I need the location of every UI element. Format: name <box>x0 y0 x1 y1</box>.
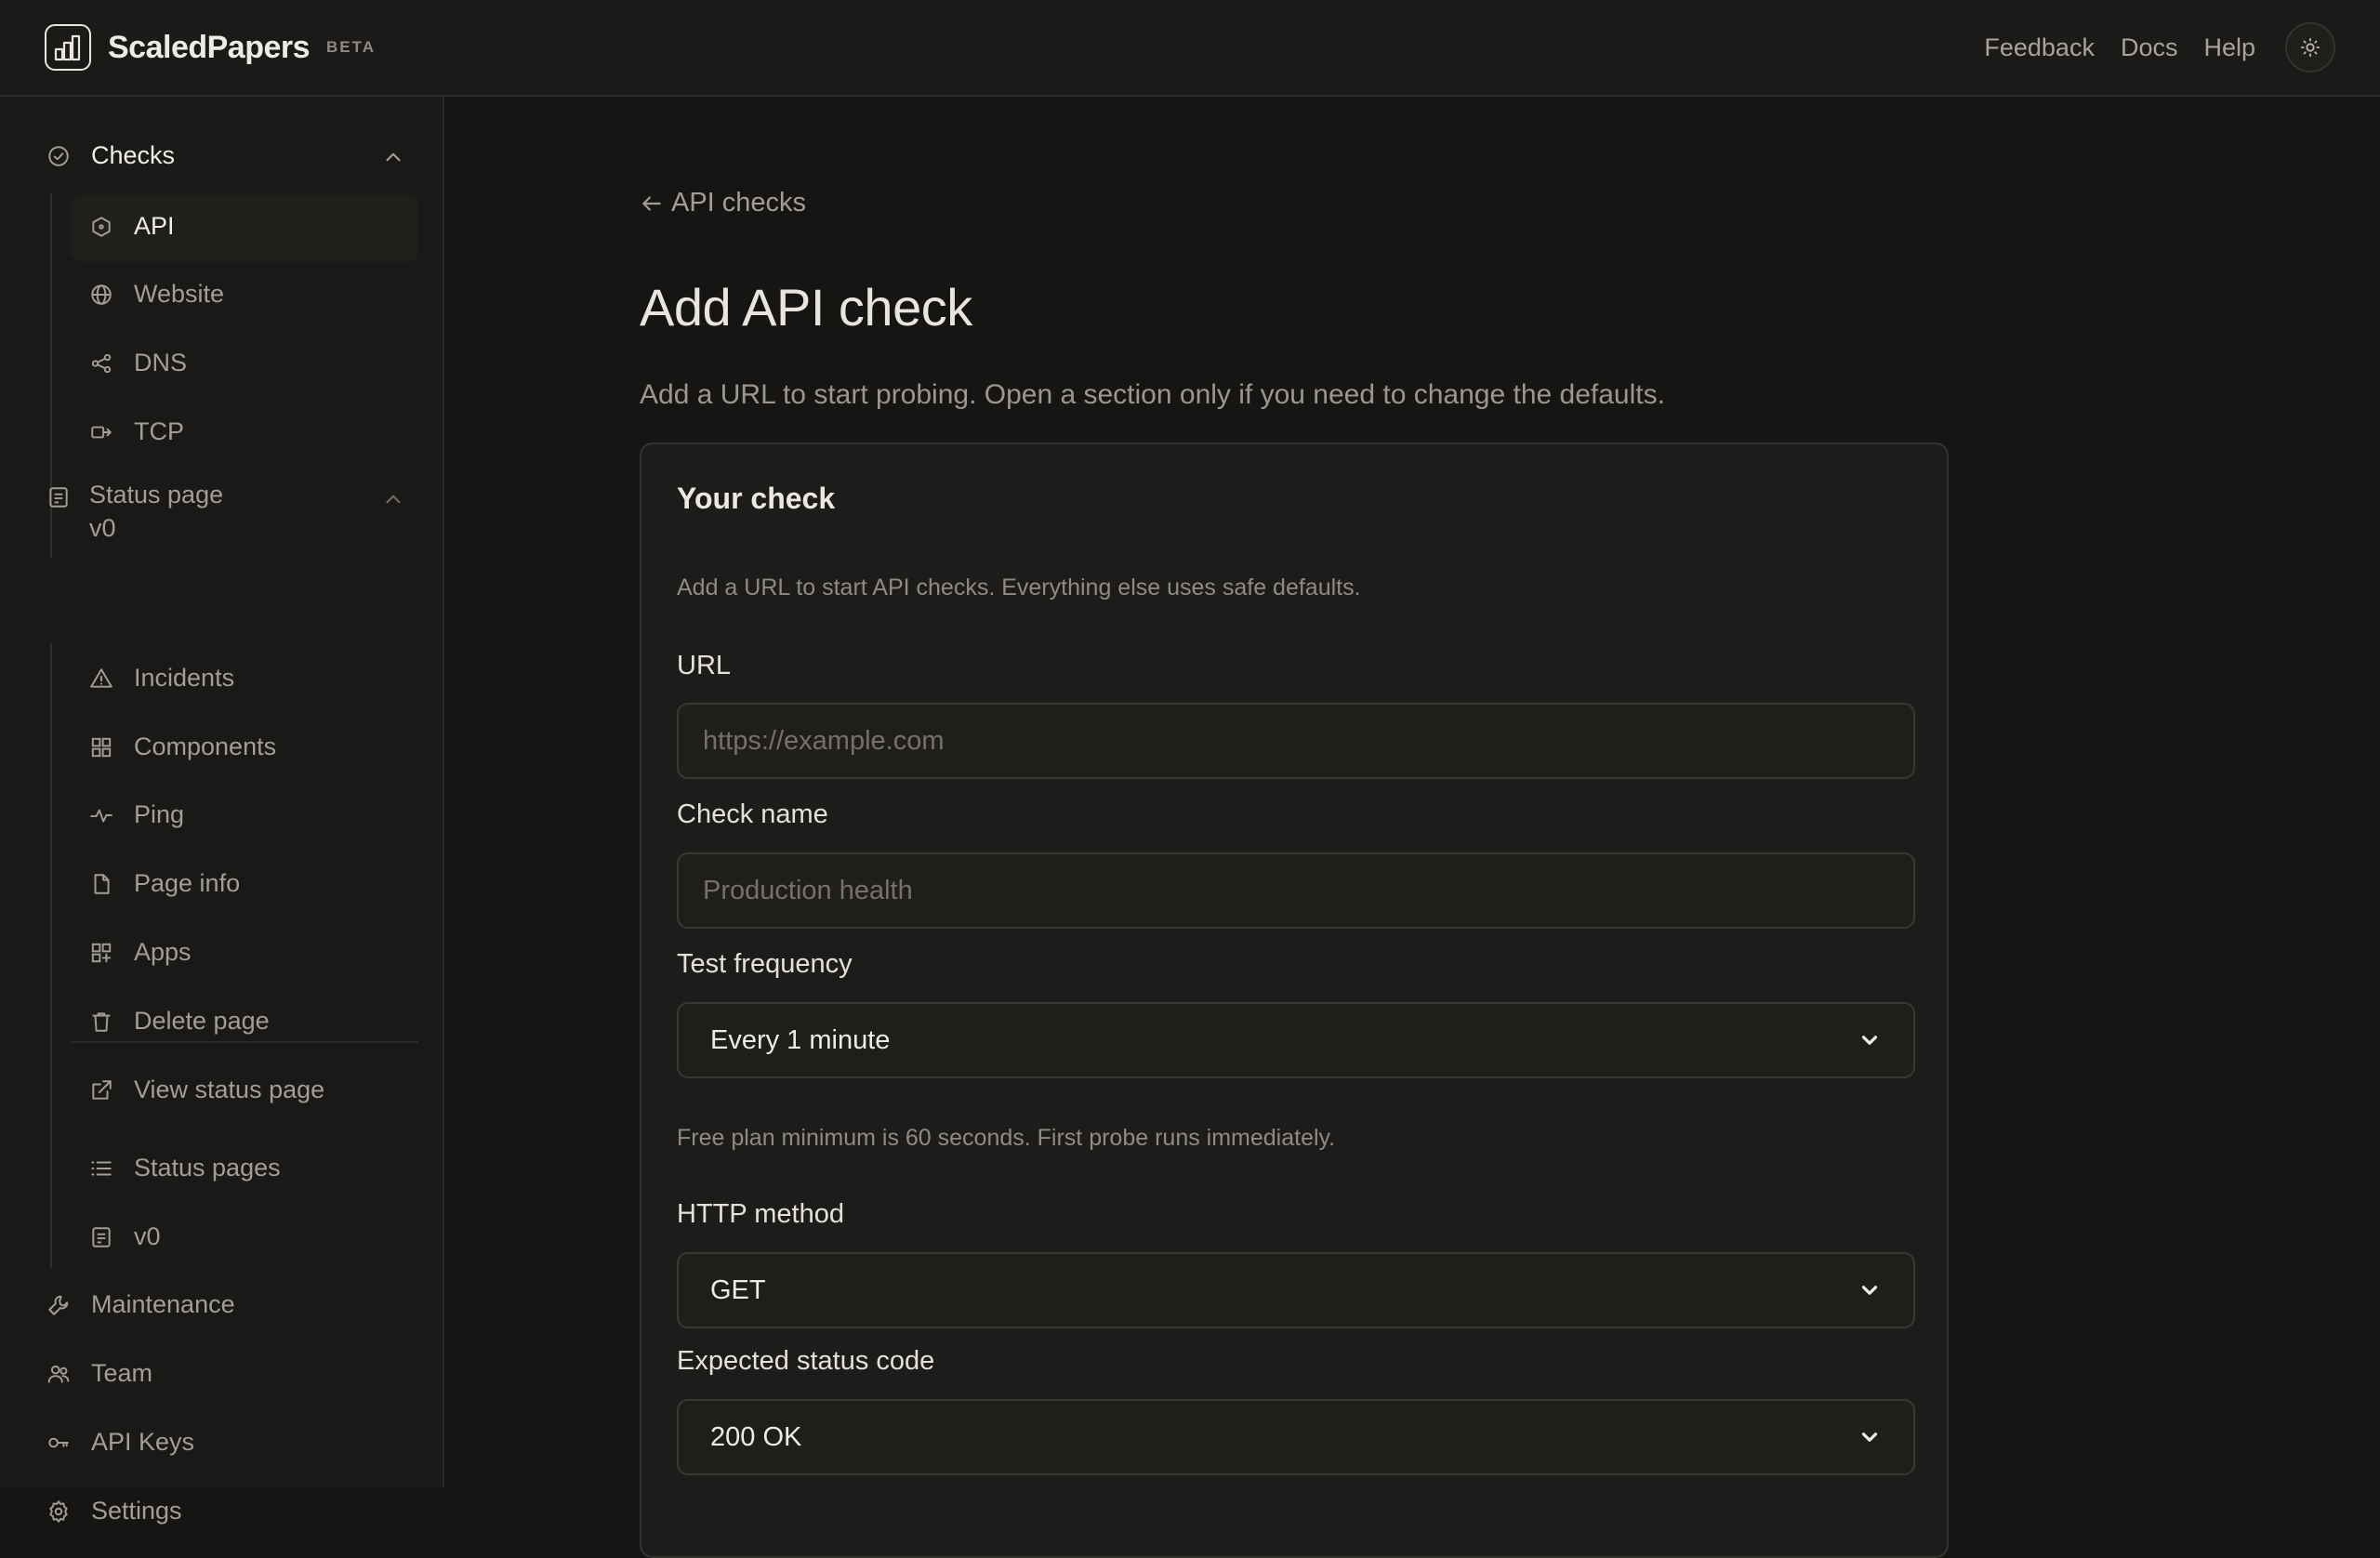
sidebar-item-label: Delete page <box>134 1007 270 1035</box>
sidebar-item-label: API <box>134 212 175 240</box>
test-frequency-select[interactable]: Every 1 minute <box>677 1002 1915 1078</box>
expected-status-label: Expected status code <box>677 1346 935 1376</box>
status-page-icon <box>92 1226 111 1248</box>
sidebar-item-website[interactable]: Website <box>89 280 224 309</box>
header-nav: Feedback Docs Help <box>1971 22 2335 73</box>
main-content: API checks Add API check Add a URL to st… <box>446 97 2380 1558</box>
sidebar-item-view-status-page[interactable]: View status page <box>89 1076 324 1104</box>
select-value: Every 1 minute <box>710 1024 891 1055</box>
sidebar-item-team[interactable]: Team <box>46 1359 152 1388</box>
apps-icon <box>91 943 112 962</box>
status-page-icon <box>49 487 68 508</box>
check-name-label: Check name <box>677 799 828 829</box>
sidebar-item-status-page[interactable]: Status page v0 <box>89 478 223 545</box>
sidebar-item-api[interactable]: API <box>89 212 175 241</box>
sidebar-item-status-pages[interactable]: Status pages <box>89 1154 281 1182</box>
docs-link[interactable]: Docs <box>2108 22 2191 73</box>
sidebar-item-dns[interactable]: DNS <box>89 349 187 377</box>
check-circle-icon <box>48 145 69 166</box>
sidebar-item-label: Page info <box>134 869 241 897</box>
brand-name[interactable]: ScaledPapers <box>108 24 311 71</box>
sidebar-item-page-info[interactable]: Page info <box>89 869 240 898</box>
sidebar-item-settings[interactable]: Settings <box>46 1497 182 1525</box>
select-value: GET <box>710 1274 766 1305</box>
test-frequency-label: Test frequency <box>677 949 853 979</box>
page-title: Add API check <box>640 278 972 337</box>
sidebar-item-label: Status pages <box>134 1154 281 1182</box>
sidebar-item-label: Incidents <box>134 664 235 692</box>
globe-icon <box>91 284 112 305</box>
page-subtitle: Add a URL to start probing. Open a secti… <box>640 379 1665 410</box>
sidebar-item-checks[interactable]: Checks <box>46 141 175 170</box>
select-value: 200 OK <box>710 1421 802 1452</box>
external-link-icon <box>92 1079 112 1100</box>
top-header: ScaledPapers BETA Feedback Docs Help <box>0 0 2380 97</box>
trash-icon <box>92 1011 111 1032</box>
feedback-link[interactable]: Feedback <box>1971 22 2108 73</box>
document-icon <box>94 873 110 894</box>
sun-icon <box>2300 37 2320 58</box>
chevron-up-icon[interactable] <box>381 487 405 511</box>
sidebar-item-label: Components <box>134 733 277 760</box>
sidebar-item-label: DNS <box>134 349 188 376</box>
chevron-down-icon <box>1861 1286 1878 1295</box>
list-icon <box>91 1161 112 1175</box>
plug-icon <box>91 426 112 438</box>
sidebar-item-label: Ping <box>134 800 185 828</box>
pulse-icon <box>90 809 112 822</box>
users-icon <box>47 1365 70 1383</box>
logo-icon[interactable] <box>45 24 91 71</box>
sidebar-item-incidents[interactable]: Incidents <box>89 664 234 693</box>
url-input[interactable] <box>677 703 1915 779</box>
chevron-up-icon[interactable] <box>381 145 405 169</box>
sidebar-item-label: TCP <box>134 417 184 445</box>
sidebar-item-label: Maintenance <box>91 1290 235 1318</box>
check-name-input[interactable] <box>677 852 1915 929</box>
sidebar-item-version: v0 <box>89 514 116 542</box>
sidebar-item-ping[interactable]: Ping <box>89 800 184 829</box>
back-to-api-checks-link[interactable]: API checks <box>640 188 806 218</box>
check-form-card: Your check Add a URL to start API checks… <box>640 442 1949 1558</box>
sidebar-item-label: Website <box>134 280 225 308</box>
wrench-icon <box>48 1295 69 1315</box>
theme-toggle-button[interactable] <box>2285 22 2335 73</box>
share-nodes-icon <box>91 353 112 373</box>
sidebar-item-label: v0 <box>134 1222 161 1250</box>
gear-icon <box>49 1499 68 1523</box>
sidebar-item-label: Apps <box>134 938 192 966</box>
sidebar: Checks API Website DNS TCP Status page v… <box>0 97 444 1525</box>
sidebar-item-api-keys[interactable]: API Keys <box>46 1428 194 1457</box>
sidebar-item-components[interactable]: Components <box>89 733 276 761</box>
url-label: URL <box>677 651 732 680</box>
back-link-label: API checks <box>671 188 807 218</box>
warning-triangle-icon <box>90 667 112 688</box>
http-method-select[interactable]: GET <box>677 1252 1915 1328</box>
sidebar-item-label: View status page <box>134 1076 325 1103</box>
beta-badge: BETA <box>326 38 377 56</box>
sidebar-item-label: Status page <box>89 481 224 508</box>
grid-icon <box>91 737 112 757</box>
card-intro: Add a URL to start API checks. Everythin… <box>677 574 1361 601</box>
sidebar-item-label: Checks <box>91 141 176 169</box>
sidebar-item-label: Settings <box>91 1497 182 1525</box>
frequency-helper-text: Free plan minimum is 60 seconds. First p… <box>677 1125 1336 1151</box>
sidebar-divider <box>71 1041 418 1043</box>
key-icon <box>48 1437 69 1447</box>
help-link[interactable]: Help <box>2190 22 2268 73</box>
hexagon-icon <box>92 216 111 237</box>
tree-line <box>50 643 52 1268</box>
chevron-down-icon <box>1861 1036 1878 1045</box>
sidebar-item-v0[interactable]: v0 <box>89 1222 161 1251</box>
sidebar-item-label: API Keys <box>91 1428 195 1456</box>
http-method-label: HTTP method <box>677 1199 844 1229</box>
arrow-left-icon <box>642 195 661 211</box>
chevron-down-icon <box>1861 1433 1878 1442</box>
sidebar-item-delete-page[interactable]: Delete page <box>89 1007 270 1036</box>
sidebar-item-tcp[interactable]: TCP <box>89 417 184 446</box>
sidebar-item-apps[interactable]: Apps <box>89 938 192 967</box>
sidebar-item-maintenance[interactable]: Maintenance <box>46 1290 235 1319</box>
expected-status-select[interactable]: 200 OK <box>677 1399 1915 1475</box>
sidebar-item-label: Team <box>91 1359 153 1387</box>
card-title: Your check <box>677 482 836 515</box>
